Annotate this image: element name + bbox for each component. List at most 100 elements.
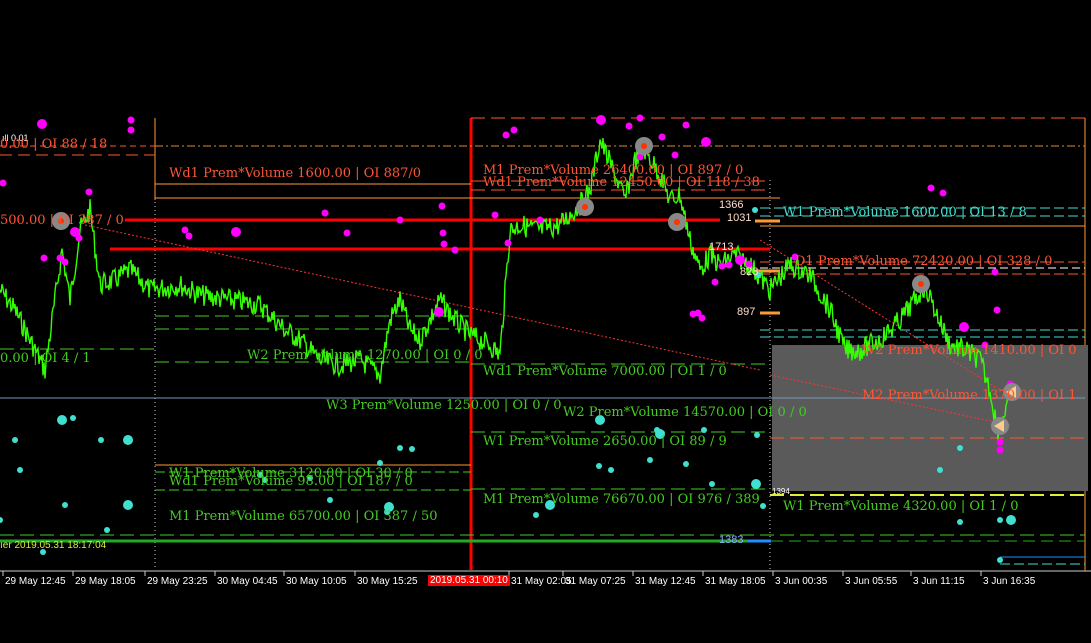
magenta-dot [536,216,544,224]
cyan-dot [647,457,653,463]
cyan-dot [608,467,614,473]
option-label: M1 Prem*Volume 65700.00 | OI 387 / 50 [169,509,438,524]
magenta-dot [996,438,1004,446]
cyan-dot [957,445,963,451]
cyan-dot [997,557,1003,563]
cyan-dot [1006,515,1016,525]
magenta-dot [127,116,135,124]
magenta-dot [40,254,48,262]
magenta-dot [596,115,606,125]
magenta-dot [698,314,706,322]
price-level-label: 1366 [719,199,744,211]
time-tick-label: 29 May 12:45 [5,576,66,587]
magenta-dot [991,268,999,276]
magenta-dot [396,216,404,224]
server-time-label: ıer 2019.05.31 18:17:04 [0,540,107,551]
option-label: W2 Prem*Volume 1270.00 | OI 0 / 0 [247,348,483,363]
cyan-dot [957,519,963,525]
cyan-dot [760,503,766,509]
magenta-dot [996,446,1004,454]
time-tick-label: 3 Jun 05:55 [845,576,898,587]
price-level-label: 1383 [719,534,744,546]
cyan-dot [937,467,943,473]
range-box [772,345,1088,491]
cyan-dot [12,437,18,443]
magenta-dot [636,114,644,122]
crosshair-time-label: 2019.05.31 00:10 [428,575,510,586]
cyan-dot [754,432,760,438]
magenta-dot [689,310,697,318]
option-label: W3 Prem*Volume 1250.00 | OI 0 / 0 [326,398,562,413]
cyan-dot [409,446,415,452]
magenta-dot [725,261,733,269]
magenta-dot [682,121,690,129]
level-label: 0.00 | OI 4 / 1 [0,351,91,366]
magenta-dot [504,239,512,247]
option-label: W1 Prem*Volume 4320.00 | OI 1 / 0 [783,499,1019,514]
option-label: Wd1 Prem*Volume 1600.00 | OI 887/0 [169,166,422,181]
price-level-label: 1713 [709,241,734,253]
magenta-dot [671,151,679,159]
cyan-dot [70,415,76,421]
magenta-dot [625,122,633,130]
magenta-dot [75,234,83,242]
magenta-dot [37,119,47,129]
price-level-label: 1031 [727,212,752,224]
magenta-dot [439,229,447,237]
magenta-dot [939,189,947,197]
price-level-label: 1394 [772,487,790,496]
option-label: M2 Prem*Volume 1370.00 | OI 1 [862,388,1077,403]
time-tick-label: 30 May 15:25 [357,576,418,587]
option-label: Wd1 Prem*Volume 7000.00 | OI 1 / 0 [483,364,727,379]
cyan-dot [17,467,23,473]
cyan-dot [533,512,539,518]
magenta-dot [491,211,499,219]
magenta-dot [231,227,241,237]
option-label: M1 Prem*Volume 76670.00 | OI 976 / 389 [483,492,760,507]
time-tick-label: 31 May 02:05 [511,576,572,587]
time-tick-label: 31 May 12:45 [635,576,696,587]
magenta-dot [718,262,726,270]
time-tick-label: 30 May 10:05 [286,576,347,587]
cyan-dot [397,445,403,451]
cyan-dot [57,415,67,425]
magenta-dot [927,184,935,192]
option-label: Wd1 Prem*Volume 12450.00 | OI 118 / 38 [483,175,760,190]
time-tick-label: 31 May 18:05 [705,576,766,587]
magenta-dot [502,131,510,139]
cyan-dot [98,437,104,443]
cyan-dot [327,497,333,503]
cyan-dot [123,435,133,445]
cyan-dot [683,461,689,467]
time-tick-label: 30 May 04:45 [217,576,278,587]
option-label: Wd1 Prem*Volume 98.00 | OI 187 / 0 [169,474,413,489]
magenta-dot [343,229,351,237]
magenta-dot [993,306,1001,314]
time-tick-label: 3 Jun 00:35 [775,576,828,587]
time-tick-label: 3 Jun 16:35 [983,576,1036,587]
magenta-dot [181,226,189,234]
magenta-dot [701,137,711,147]
price-chart[interactable] [0,0,1091,643]
magenta-dot [185,232,193,240]
magenta-dot [438,202,446,210]
time-tick-label: 3 Jun 11:15 [913,576,965,587]
magenta-dot [440,240,448,248]
magenta-dot [61,258,69,266]
option-label: W1 Prem*Volume 2650.00 | OI 89 / 9 [483,434,727,449]
cyan-dot [997,517,1003,523]
cyan-dot [752,207,758,213]
cyan-dot [123,500,133,510]
time-tick-label: 29 May 18:05 [75,576,136,587]
price-level-label: 828 [740,266,759,278]
magenta-dot [451,246,459,254]
cyan-dot [596,463,602,469]
magenta-dot [321,209,329,217]
time-tick-label: 31 May 07:25 [565,576,626,587]
magenta-dot [959,322,969,332]
option-label: W2 Prem*Volume 14570.00 | OI 0 / 0 [563,405,807,420]
magenta-dot [711,278,719,286]
option-label: D1 Prem*Volume 72420.00 | OI 328 / 0 [795,254,1053,269]
cyan-dot [701,427,707,433]
magenta-dot [434,307,444,317]
